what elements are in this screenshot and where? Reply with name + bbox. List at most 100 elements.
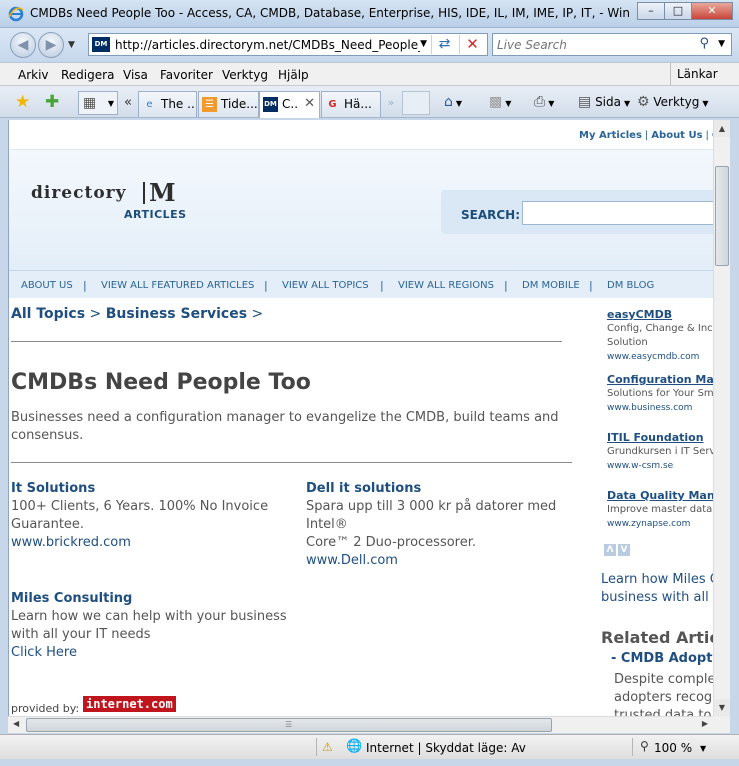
ad-up-arrow-icon[interactable]: Λ	[604, 544, 616, 556]
about-us-top-link[interactable]: About Us	[651, 130, 702, 141]
scroll-left-icon[interactable]: ◀	[13, 719, 19, 728]
tab-tide[interactable]: ☰ Tide...	[198, 91, 259, 117]
sidebar-ad-text: Improve master data q	[607, 504, 713, 515]
internet-com-logo[interactable]: internet.com	[83, 696, 176, 712]
menu-bar: Arkiv Redigera Visa Favoriter Verktyg Hj…	[0, 62, 739, 86]
ad-title[interactable]: It Solutions	[11, 480, 301, 498]
ad-title[interactable]: Miles Consulting	[11, 590, 301, 608]
scroll-tabs-right-button[interactable]: »	[383, 92, 399, 114]
sidebar-ad-data-quality: Data Quality Manage Improve master data …	[607, 489, 713, 531]
zoom-icon[interactable]: ⚲	[640, 739, 649, 753]
breadcrumb-business-services[interactable]: Business Services	[106, 306, 247, 322]
minimize-button[interactable]: –	[637, 2, 665, 20]
print-button[interactable]: ⎙ ▼	[534, 94, 554, 110]
recent-pages-dropdown[interactable]: ▼	[68, 40, 75, 50]
add-favorite-icon[interactable]: ✚	[45, 92, 59, 112]
ie-icon: e	[146, 99, 153, 110]
feeds-button[interactable]: ▩ ▼	[489, 94, 511, 110]
stop-button[interactable]: ✕	[459, 35, 485, 54]
address-url[interactable]: http://articles.directorym.net/CMDBs_Nee…	[115, 38, 420, 52]
zoom-level[interactable]: 100 %	[654, 741, 692, 755]
tab-the[interactable]: e The ...	[138, 91, 197, 117]
directorym-logo[interactable]: directory	[31, 183, 127, 203]
horizontal-scrollbar[interactable]: ◀ ☰ ▶	[8, 716, 713, 733]
search-input[interactable]	[497, 37, 687, 52]
back-button[interactable]: ◀	[10, 32, 36, 58]
sidebar-ad-url[interactable]: www.zynapse.com	[607, 517, 713, 531]
logo-mark[interactable]: M	[149, 178, 176, 207]
sidebar-ad-url[interactable]: www.business.com	[607, 401, 713, 415]
title-bar: CMDBs Need People Too - Access, CA, CMDB…	[0, 0, 739, 28]
breadcrumb-all-topics[interactable]: All Topics	[11, 306, 85, 322]
tab-current[interactable]: DM C.. ✕	[259, 91, 320, 118]
ad-url[interactable]: Click Here	[11, 644, 301, 662]
refresh-button[interactable]: ⇄	[431, 35, 457, 54]
home-button[interactable]: ⌂ ▼	[444, 94, 462, 110]
divider	[11, 341, 562, 342]
links-toolbar[interactable]: Länkar	[670, 63, 739, 86]
page-icon: ▤	[578, 94, 592, 110]
ad-url[interactable]: www.brickred.com	[11, 534, 301, 552]
quick-tabs-button[interactable]: ▦ ▼	[78, 91, 118, 115]
nav-all-regions[interactable]: VIEW ALL REGIONS	[398, 280, 494, 291]
menu-hjalp[interactable]: Hjälp	[278, 68, 309, 82]
site-search-panel: SEARCH:	[441, 190, 713, 234]
scroll-down-icon[interactable]: ▼	[714, 699, 730, 716]
search-icon[interactable]: ⚲	[699, 36, 709, 51]
zoom-dropdown-icon[interactable]: ▼	[700, 744, 706, 753]
address-dropdown-icon[interactable]: ▼	[420, 39, 427, 49]
address-bar[interactable]: DM http://articles.directorym.net/CMDBs_…	[88, 33, 488, 56]
tab-ha[interactable]: G Hä...	[321, 91, 381, 117]
provided-by-label: provided by:	[11, 702, 80, 715]
feed-icon: ☰	[202, 97, 217, 112]
divider	[11, 462, 572, 463]
search-options-dropdown-icon[interactable]: ▼	[718, 39, 725, 49]
nav-featured-articles[interactable]: VIEW ALL FEATURED ARTICLES	[101, 280, 254, 291]
tools-menu-button[interactable]: ⚙ Verktyg ▼	[637, 94, 709, 110]
ad-title[interactable]: Dell it solutions	[306, 480, 596, 498]
live-search-box[interactable]: ⚲ ▼	[492, 33, 732, 56]
learn-more-link[interactable]: Learn how Miles C business with all y	[601, 571, 713, 607]
related-article-link[interactable]: - CMDB Adoption	[611, 651, 713, 666]
security-zone-text[interactable]: Internet | Skyddat läge: Av	[366, 741, 526, 755]
close-button[interactable]: ✕	[691, 2, 733, 20]
menu-arkiv[interactable]: Arkiv	[18, 68, 49, 82]
vertical-scrollbar[interactable]: ▲ ▼	[713, 120, 730, 716]
site-nav: ABOUT US | VIEW ALL FEATURED ARTICLES | …	[9, 270, 713, 298]
site-search-label: SEARCH:	[461, 208, 521, 222]
related-articles-heading: Related Articl	[601, 628, 713, 647]
security-warning-icon[interactable]: ⚠	[322, 740, 333, 754]
sidebar-ad-title[interactable]: Configuration Mana	[607, 373, 713, 387]
article-title: CMDBs Need People Too	[11, 370, 311, 395]
page-menu-button[interactable]: ▤ Sida ▼	[578, 94, 630, 110]
my-articles-link[interactable]: My Articles	[579, 130, 642, 141]
sidebar-ad-url[interactable]: www.w-csm.se	[607, 459, 713, 473]
scroll-right-icon[interactable]: ▶	[702, 719, 708, 728]
sidebar-ad-easycmdb: easyCMDB Config, Change & Incid Solution…	[607, 308, 713, 364]
menu-verktyg[interactable]: Verktyg	[222, 68, 268, 82]
tab-list-dropdown-icon[interactable]: ▼	[108, 99, 114, 108]
nav-dm-mobile[interactable]: DM MOBILE	[522, 280, 580, 291]
new-tab-button[interactable]	[402, 91, 430, 115]
ad-url[interactable]: www.Dell.com	[306, 552, 596, 570]
forward-button[interactable]: ▶	[38, 32, 64, 58]
site-search-input[interactable]	[522, 201, 713, 225]
menu-favoriter[interactable]: Favoriter	[160, 68, 213, 82]
tab-label: Tide...	[221, 97, 258, 111]
nav-dm-blog[interactable]: DM BLOG	[607, 280, 654, 291]
menu-redigera[interactable]: Redigera	[61, 68, 114, 82]
scroll-up-icon[interactable]: ▲	[714, 120, 730, 137]
menu-visa[interactable]: Visa	[123, 68, 148, 82]
nav-all-topics[interactable]: VIEW ALL TOPICS	[282, 280, 369, 291]
ad-down-arrow-icon[interactable]: V	[618, 544, 630, 556]
sidebar-ad-url[interactable]: www.easycmdb.com	[607, 350, 713, 364]
scroll-tabs-left-button[interactable]: «	[120, 92, 136, 114]
vertical-scroll-thumb[interactable]	[715, 166, 729, 266]
sidebar-ad-title[interactable]: Data Quality Manage	[607, 489, 713, 503]
close-tab-icon[interactable]: ✕	[304, 96, 315, 111]
nav-about-us[interactable]: ABOUT US	[21, 280, 73, 291]
favorites-center-icon[interactable]: ★	[15, 92, 30, 112]
sidebar-ad-title[interactable]: ITIL Foundation	[607, 431, 713, 445]
sidebar-ad-title[interactable]: easyCMDB	[607, 308, 713, 322]
maximize-button[interactable]: □	[664, 2, 692, 20]
